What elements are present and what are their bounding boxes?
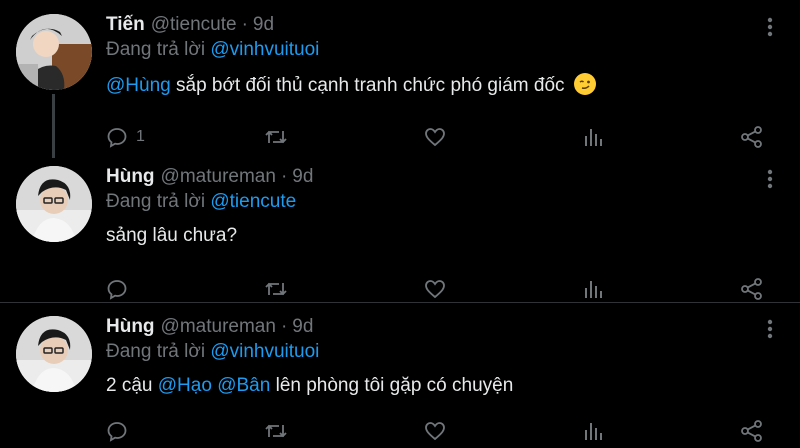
reply-button[interactable] xyxy=(106,418,128,444)
replying-to: Đang trả lời @vinhvuituoi xyxy=(106,341,319,363)
views-button[interactable] xyxy=(584,124,604,150)
separator-dot: · xyxy=(280,166,288,187)
tweet[interactable]: Hùng @matureman · 9d Đang trả lời @tienc… xyxy=(0,166,800,302)
replying-to: Đang trả lời @tiencute xyxy=(106,191,296,213)
display-name[interactable]: Hùng xyxy=(106,316,155,338)
reply-icon xyxy=(106,420,128,442)
reply-count: 1 xyxy=(136,128,145,145)
retweet-icon xyxy=(264,420,288,442)
mention-link[interactable]: @Bân xyxy=(217,375,270,396)
share-icon xyxy=(740,277,764,301)
more-icon[interactable] xyxy=(764,168,776,190)
tweet-header: Tiến @tiencute · 9d xyxy=(106,14,274,40)
thread-line xyxy=(52,94,55,158)
reply-icon xyxy=(106,126,128,148)
action-bar xyxy=(106,418,770,444)
replying-to: Đang trả lời @vinhvuituoi xyxy=(106,39,319,61)
tweet-text: 2 cậu @Hạo @Bân lên phòng tôi gặp có chu… xyxy=(106,375,513,397)
text-segment: sảng lâu chưa? xyxy=(106,225,238,246)
reply-button[interactable]: 1 xyxy=(106,124,145,150)
reply-prefix: Đang trả lời xyxy=(106,39,206,60)
retweet-button[interactable] xyxy=(264,124,288,150)
retweet-icon xyxy=(264,278,288,300)
more-icon[interactable] xyxy=(764,16,776,38)
action-bar xyxy=(106,276,770,302)
divider xyxy=(0,302,800,303)
user-handle[interactable]: @matureman xyxy=(161,316,276,338)
views-button[interactable] xyxy=(584,418,604,444)
like-icon xyxy=(424,278,446,300)
avatar[interactable] xyxy=(16,166,92,242)
separator-dot: · xyxy=(280,316,288,337)
like-button[interactable] xyxy=(424,276,446,302)
more-icon[interactable] xyxy=(764,318,776,340)
display-name[interactable]: Tiến xyxy=(106,14,145,36)
text-segment: sắp bớt đối thủ cạnh tranh chức phó giám… xyxy=(170,75,570,96)
reply-to-link[interactable]: @vinhvuituoi xyxy=(210,341,319,362)
avatar[interactable] xyxy=(16,316,92,392)
like-button[interactable] xyxy=(424,418,446,444)
tweet[interactable]: Hùng @matureman · 9d Đang trả lời @vinhv… xyxy=(0,316,800,448)
tweet-text: @Hùng sắp bớt đối thủ cạnh tranh chức ph… xyxy=(106,73,596,97)
views-icon xyxy=(584,126,604,148)
like-icon xyxy=(424,126,446,148)
mention-link[interactable]: @Hùng xyxy=(106,75,171,96)
tweet-header: Hùng @matureman · 9d xyxy=(106,166,313,192)
like-icon xyxy=(424,420,446,442)
reply-prefix: Đang trả lời xyxy=(106,191,206,212)
action-bar: 1 xyxy=(106,124,770,150)
tweet-header: Hùng @matureman · 9d xyxy=(106,316,313,342)
share-icon xyxy=(740,125,764,149)
user-handle[interactable]: @matureman xyxy=(161,166,276,188)
share-icon xyxy=(740,419,764,443)
views-button[interactable] xyxy=(584,276,604,302)
reply-to-link[interactable]: @vinhvuituoi xyxy=(210,39,319,60)
reply-prefix: Đang trả lời xyxy=(106,341,206,362)
reply-button[interactable] xyxy=(106,276,128,302)
views-icon xyxy=(584,420,604,442)
retweet-button[interactable] xyxy=(264,418,288,444)
text-segment: lên phòng tôi gặp có chuyện xyxy=(270,375,514,396)
like-button[interactable] xyxy=(424,124,446,150)
separator-dot: · xyxy=(241,14,248,35)
user-handle[interactable]: @tiencute xyxy=(151,14,237,36)
retweet-button[interactable] xyxy=(264,276,288,302)
timestamp[interactable]: 9d xyxy=(292,316,313,338)
share-button[interactable] xyxy=(740,124,764,150)
text-segment: 2 cậu xyxy=(106,375,158,396)
display-name[interactable]: Hùng xyxy=(106,166,155,188)
share-button[interactable] xyxy=(740,418,764,444)
views-icon xyxy=(584,278,604,300)
avatar[interactable] xyxy=(16,14,92,90)
tweet[interactable]: Tiến @tiencute · 9d Đang trả lời @vinhvu… xyxy=(0,14,800,158)
reply-icon xyxy=(106,278,128,300)
tweet-text: sảng lâu chưa? xyxy=(106,225,237,247)
retweet-icon xyxy=(264,126,288,148)
reply-to-link[interactable]: @tiencute xyxy=(210,191,296,212)
mention-link[interactable]: @Hạo xyxy=(158,375,212,396)
timestamp[interactable]: 9d xyxy=(292,166,313,188)
share-button[interactable] xyxy=(740,276,764,302)
smirk-emoji xyxy=(573,73,596,95)
timestamp[interactable]: 9d xyxy=(253,14,274,36)
